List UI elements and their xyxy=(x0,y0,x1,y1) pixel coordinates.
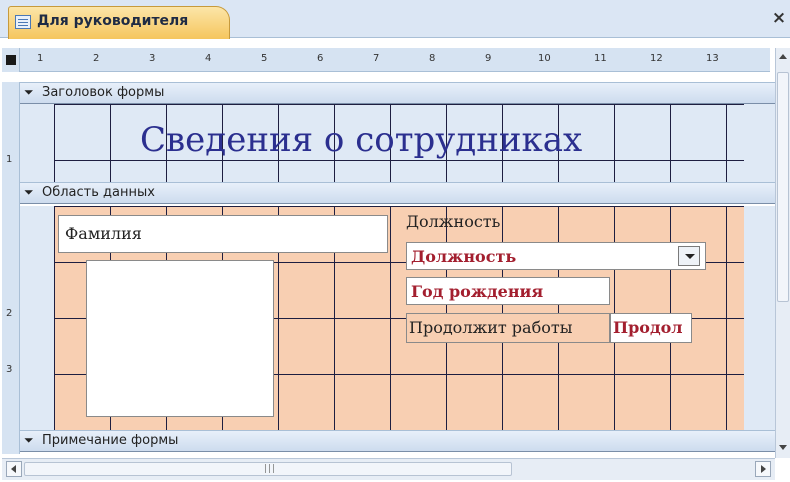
form-title-label[interactable]: Сведения о сотрудниках xyxy=(140,120,582,160)
scroll-left-icon[interactable] xyxy=(6,461,22,477)
form-selector[interactable] xyxy=(2,48,20,72)
surname-text: Фамилия xyxy=(65,224,142,243)
scroll-right-icon[interactable] xyxy=(755,461,771,477)
ruler-label: 7 xyxy=(373,53,380,64)
dropdown-arrow-icon[interactable] xyxy=(678,246,700,266)
ruler-label: 10 xyxy=(538,53,551,64)
section-bar-form-footer[interactable]: ⏷ Примечание формы xyxy=(20,430,780,452)
ruler-label: 2 xyxy=(93,53,100,64)
ruler-label: 3 xyxy=(6,364,13,375)
position-label[interactable]: Должность xyxy=(406,212,500,231)
collapse-arrow-icon: ⏷ xyxy=(24,433,34,447)
close-button[interactable]: × xyxy=(770,8,788,28)
ruler-label: 1 xyxy=(6,154,13,165)
ruler-label: 2 xyxy=(6,308,13,319)
section-bar-form-header[interactable]: ⏷ Заголовок формы xyxy=(20,82,780,104)
ruler-label: 1 xyxy=(37,53,44,64)
continue-work-label-text: Продолжит работы xyxy=(409,318,573,337)
scroll-up-icon[interactable] xyxy=(777,50,789,66)
ruler-label: 11 xyxy=(594,53,607,64)
ruler-label: 13 xyxy=(706,53,719,64)
ruler-label: 4 xyxy=(205,53,212,64)
continue-work-textbox[interactable]: Продол xyxy=(610,313,692,343)
form-icon xyxy=(15,15,31,29)
position-combo-text: Должность xyxy=(411,247,517,266)
ruler-label: 3 xyxy=(149,53,156,64)
ruler-label: 12 xyxy=(650,53,663,64)
position-combobox[interactable]: Должность xyxy=(406,242,706,270)
ruler-label: 6 xyxy=(317,53,324,64)
section-label: Примечание формы xyxy=(42,433,179,448)
scroll-down-icon[interactable] xyxy=(777,440,789,456)
surname-textbox[interactable]: Фамилия xyxy=(58,215,388,253)
vertical-ruler[interactable]: 1 2 3 xyxy=(2,82,20,454)
document-tab[interactable]: Для руководителя xyxy=(8,6,230,39)
continue-work-text: Продол xyxy=(613,318,683,337)
ruler-label: 8 xyxy=(429,53,436,64)
horizontal-ruler[interactable]: 1 2 3 4 5 6 7 8 9 10 11 12 13 xyxy=(20,48,770,72)
collapse-arrow-icon: ⏷ xyxy=(24,185,34,199)
section-label: Область данных xyxy=(42,185,155,200)
scroll-grip-icon: ||| xyxy=(264,464,277,474)
continue-work-label[interactable]: Продолжит работы xyxy=(406,313,610,343)
tab-title: Для руководителя xyxy=(37,13,189,29)
ruler-label: 9 xyxy=(485,53,492,64)
vertical-scroll-thumb[interactable] xyxy=(777,72,789,302)
photo-frame[interactable] xyxy=(86,260,274,417)
section-label: Заголовок формы xyxy=(42,85,165,100)
birth-year-text: Год рождения xyxy=(411,282,544,301)
birth-year-textbox[interactable]: Год рождения xyxy=(406,277,610,305)
ruler-label: 5 xyxy=(261,53,268,64)
section-bar-detail[interactable]: ⏷ Область данных xyxy=(20,182,780,204)
collapse-arrow-icon: ⏷ xyxy=(24,85,34,99)
